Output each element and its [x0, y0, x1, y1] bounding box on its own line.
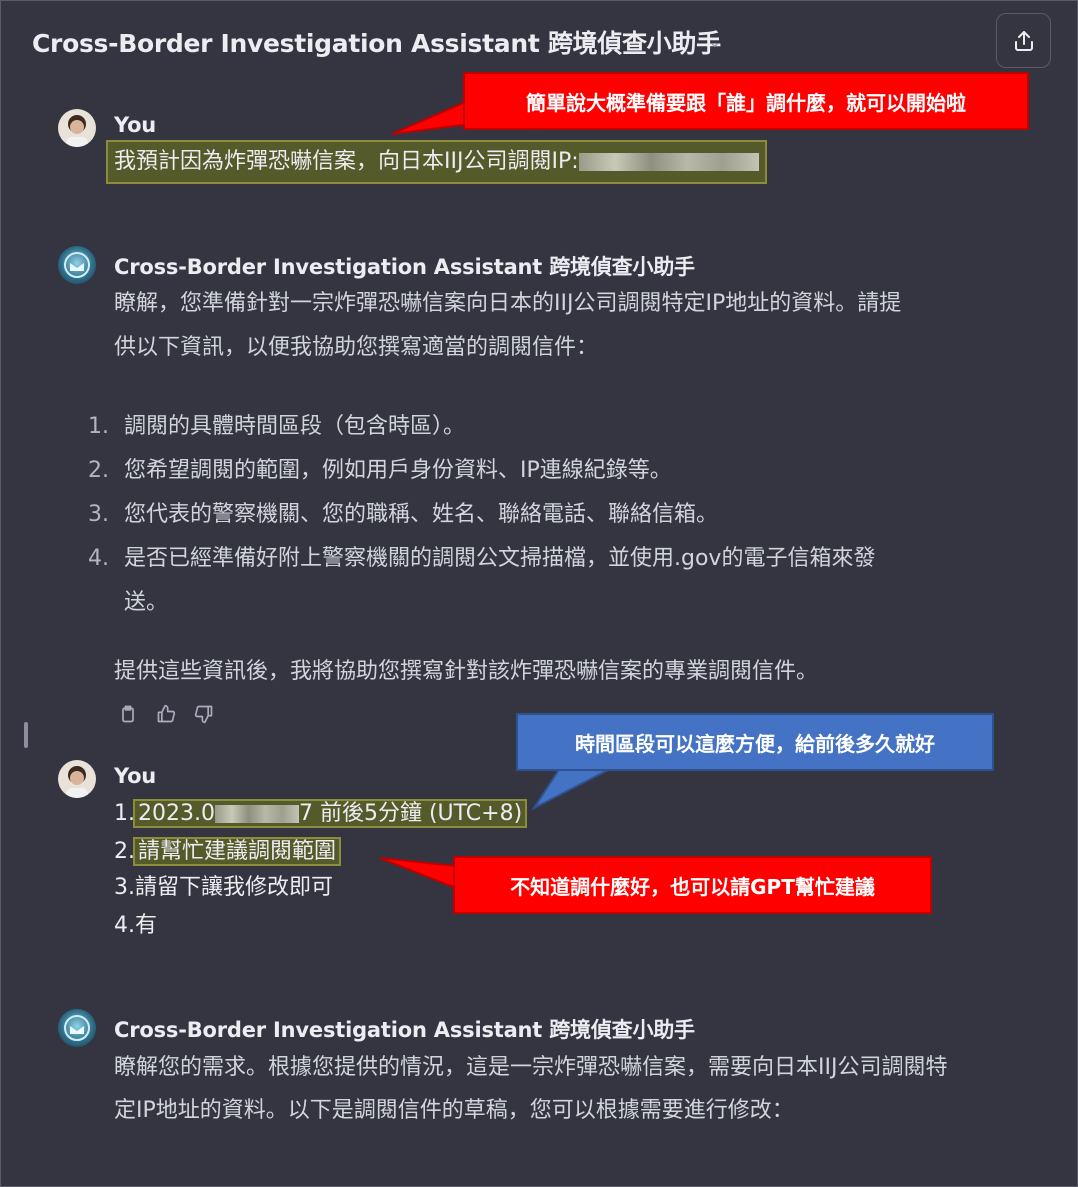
annotation-callout: 簡單說大概準備要跟「誰」調什麼，就可以開始啦: [463, 72, 1029, 130]
annotation-callout: 時間區段可以這麼方便，給前後多久就好: [516, 713, 994, 771]
callout-pointers: [379, 98, 613, 890]
callout-pointer-red-1: [391, 98, 471, 135]
callout-pointer-blue: [531, 767, 613, 811]
callout-pointer-red-2: [379, 857, 457, 890]
annotation-callout: 不知道調什麼好，也可以請GPT幫忙建議: [453, 856, 932, 914]
